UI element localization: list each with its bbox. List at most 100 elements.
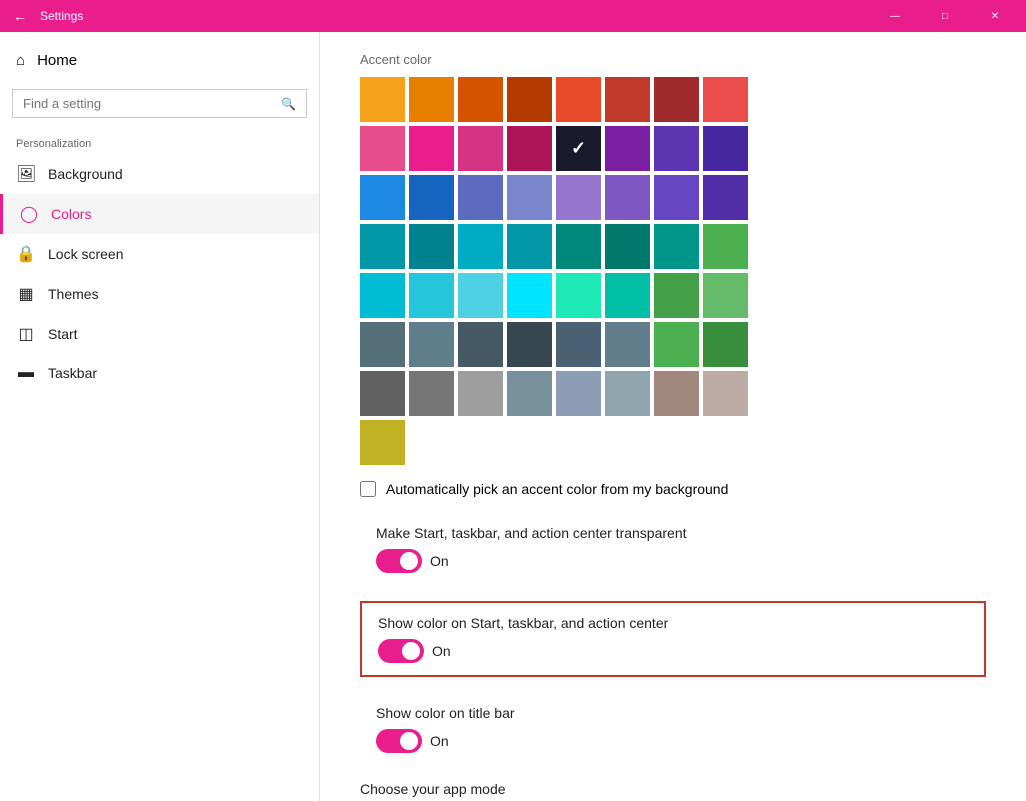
color-swatch[interactable] [654, 371, 699, 416]
color-swatch[interactable] [654, 273, 699, 318]
titlebar-toggle-label: Show color on title bar [376, 705, 970, 721]
show-color-toggle-row: On [378, 639, 968, 663]
color-swatch[interactable] [605, 273, 650, 318]
color-swatch[interactable] [703, 224, 748, 269]
color-swatch[interactable] [409, 224, 454, 269]
color-swatch[interactable] [360, 273, 405, 318]
color-swatch[interactable] [654, 322, 699, 367]
titlebar-toggle-knob [400, 732, 418, 750]
color-swatch[interactable] [605, 77, 650, 122]
color-swatch[interactable] [507, 126, 552, 171]
color-swatch[interactable] [605, 175, 650, 220]
color-swatch[interactable] [458, 371, 503, 416]
home-icon: ⌂ [16, 52, 25, 69]
color-swatch[interactable] [703, 175, 748, 220]
taskbar-label: Taskbar [48, 365, 97, 381]
color-swatch[interactable] [654, 126, 699, 171]
accent-color-label: Accent color [360, 52, 986, 67]
sidebar-home[interactable]: ⌂ Home [0, 40, 319, 81]
color-swatch[interactable] [409, 273, 454, 318]
start-label: Start [48, 326, 78, 342]
color-swatch[interactable] [703, 126, 748, 171]
transparent-toggle-text: On [430, 553, 449, 569]
color-swatch[interactable] [556, 224, 601, 269]
color-swatch[interactable] [360, 77, 405, 122]
sidebar-item-background[interactable]: 🖼 Background [0, 154, 319, 194]
color-swatch[interactable] [360, 175, 405, 220]
color-swatch[interactable] [654, 77, 699, 122]
color-swatch[interactable] [556, 77, 601, 122]
sidebar-item-start[interactable]: ◫ Start [0, 314, 319, 354]
color-grid: ✓ [360, 77, 986, 465]
themes-icon: ▦ [16, 284, 36, 304]
sidebar-section-label: Personalization [0, 126, 319, 154]
color-swatch[interactable] [458, 322, 503, 367]
color-swatch[interactable] [556, 322, 601, 367]
color-swatch[interactable] [360, 371, 405, 416]
color-swatch[interactable] [556, 273, 601, 318]
themes-label: Themes [48, 286, 99, 302]
transparent-toggle-knob [400, 552, 418, 570]
color-swatch[interactable] [556, 175, 601, 220]
color-swatch[interactable] [605, 322, 650, 367]
show-color-toggle-switch[interactable] [378, 639, 424, 663]
color-swatch[interactable] [507, 77, 552, 122]
color-swatch[interactable] [458, 175, 503, 220]
color-swatch[interactable] [556, 371, 601, 416]
color-swatch[interactable] [458, 224, 503, 269]
color-swatch[interactable] [458, 126, 503, 171]
sidebar: ⌂ Home 🔍 Personalization 🖼 Background ◯ … [0, 32, 320, 801]
sidebar-item-lockscreen[interactable]: 🔒 Lock screen [0, 234, 319, 274]
color-swatch[interactable] [458, 77, 503, 122]
color-swatch[interactable] [458, 273, 503, 318]
color-swatch[interactable] [654, 175, 699, 220]
color-swatch[interactable] [409, 322, 454, 367]
transparent-toggle-label: Make Start, taskbar, and action center t… [376, 525, 970, 541]
color-swatch[interactable] [605, 224, 650, 269]
color-swatch[interactable] [360, 420, 405, 465]
home-label: Home [37, 52, 77, 69]
auto-accent-label: Automatically pick an accent color from … [386, 481, 728, 497]
app-title: Settings [40, 9, 872, 23]
background-icon: 🖼 [16, 164, 36, 184]
search-input[interactable] [23, 96, 281, 111]
color-swatch[interactable] [703, 273, 748, 318]
color-swatch[interactable] [409, 175, 454, 220]
transparent-toggle-section: Make Start, taskbar, and action center t… [360, 513, 986, 585]
transparent-toggle-row: On [376, 549, 970, 573]
color-swatch[interactable] [507, 175, 552, 220]
color-swatch[interactable] [409, 77, 454, 122]
titlebar-toggle-text: On [430, 733, 449, 749]
sidebar-item-colors[interactable]: ◯ Colors [0, 194, 319, 234]
sidebar-item-taskbar[interactable]: ▬ Taskbar [0, 354, 319, 392]
show-color-toggle-text: On [432, 643, 451, 659]
back-button[interactable]: ← [8, 4, 32, 28]
titlebar-toggle-switch[interactable] [376, 729, 422, 753]
minimize-button[interactable]: — [872, 0, 918, 32]
color-swatch[interactable] [703, 371, 748, 416]
color-swatch[interactable] [605, 371, 650, 416]
color-swatch[interactable]: ✓ [556, 126, 601, 171]
color-swatch[interactable] [507, 322, 552, 367]
color-swatch[interactable] [507, 273, 552, 318]
app-mode-label: Choose your app mode [360, 781, 986, 797]
color-swatch[interactable] [507, 371, 552, 416]
color-swatch[interactable] [360, 322, 405, 367]
maximize-button[interactable]: □ [922, 0, 968, 32]
auto-accent-checkbox[interactable] [360, 481, 376, 497]
close-button[interactable]: ✕ [972, 0, 1018, 32]
transparent-toggle-switch[interactable] [376, 549, 422, 573]
color-swatch[interactable] [409, 126, 454, 171]
color-swatch[interactable] [703, 77, 748, 122]
color-swatch[interactable] [703, 322, 748, 367]
auto-accent-row: Automatically pick an accent color from … [360, 481, 986, 497]
sidebar-item-themes[interactable]: ▦ Themes [0, 274, 319, 314]
color-swatch[interactable] [360, 224, 405, 269]
sidebar-search[interactable]: 🔍 [12, 89, 307, 118]
color-swatch[interactable] [507, 224, 552, 269]
color-swatch[interactable] [409, 371, 454, 416]
color-swatch[interactable] [654, 224, 699, 269]
app-body: ⌂ Home 🔍 Personalization 🖼 Background ◯ … [0, 32, 1026, 801]
color-swatch[interactable] [360, 126, 405, 171]
color-swatch[interactable] [605, 126, 650, 171]
